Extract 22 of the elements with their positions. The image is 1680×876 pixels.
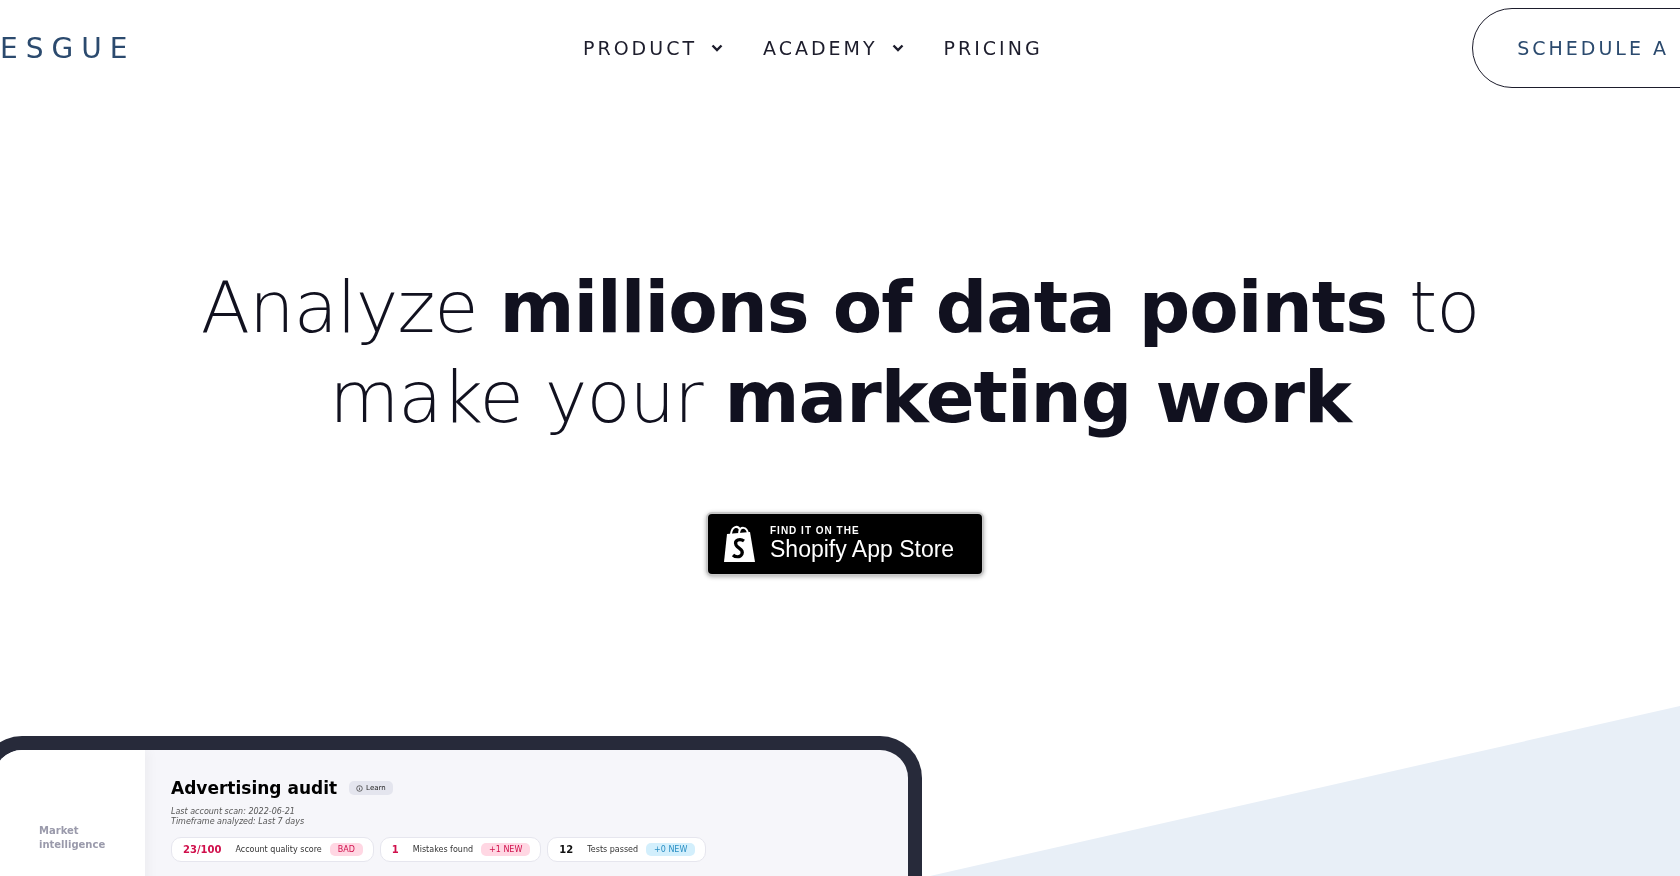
app-store-badge[interactable]: FIND IT ON THE Shopify App Store xyxy=(706,512,984,576)
badge-caption: FIND IT ON THE xyxy=(770,525,861,536)
info-icon xyxy=(356,784,364,792)
meta-text: Last account scan: 2022-06-21 xyxy=(171,807,296,817)
meta-text: Timeframe analyzed: Last 7 days xyxy=(171,817,306,827)
stat-label: Mistakes found xyxy=(412,845,474,854)
logo[interactable]: ESGUE xyxy=(0,31,560,65)
badge-label: Shopify App Store xyxy=(770,536,955,563)
status-tag: +0 NEW xyxy=(646,843,696,856)
nav-link[interactable]: ACADEMY xyxy=(763,37,904,59)
nav-link[interactable]: PRICING xyxy=(943,37,1043,59)
stat-label: Account quality score xyxy=(235,845,322,854)
schedule-button[interactable]: SCHEDULE A xyxy=(1472,8,1680,88)
nav-link[interactable]: PRODUCT xyxy=(583,37,724,59)
stat-label: Tests passed xyxy=(587,845,639,854)
page-title: Advertising audit xyxy=(171,778,338,798)
chevron-down-icon xyxy=(711,44,724,52)
status-tag: +1 NEW xyxy=(481,843,531,856)
headline: Analyze millions of data points to make your marketing work xyxy=(199,264,1481,441)
status-tag: BAD xyxy=(329,843,363,856)
chevron-down-icon xyxy=(891,44,904,52)
shopping-bag-icon xyxy=(722,524,758,564)
